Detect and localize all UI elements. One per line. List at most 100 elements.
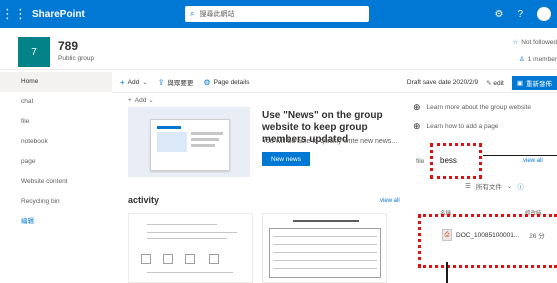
learn-page-label: Learn how to add a page: [426, 123, 499, 130]
globe-icon: ⊕: [413, 102, 421, 112]
annotation-line: [446, 262, 448, 283]
all-files-label: 所有文件: [475, 184, 502, 191]
person-icon: ♙: [518, 56, 525, 63]
list-icon: ☰: [465, 183, 471, 190]
chevron-down-icon: ⌄: [148, 97, 154, 104]
learn-group-website-link[interactable]: ⊕ Learn more about the group website: [413, 102, 531, 113]
nav-item-file[interactable]: file: [0, 112, 112, 132]
doc-figure: [185, 254, 195, 264]
nav-edit-link[interactable]: 编辑: [0, 212, 112, 232]
doc-line: [273, 236, 377, 237]
doc-line: [293, 220, 359, 222]
doc-line: [273, 260, 377, 261]
command-bar: + Add ⌄ ⇪ 與眾要更 ⚙ Page details Draft save…: [112, 72, 557, 93]
edit-button[interactable]: ✎ edit: [486, 79, 504, 87]
file-modified-time: 26 分: [529, 233, 545, 240]
files-view-all-link[interactable]: view all: [523, 158, 543, 164]
globe-icon: ⊕: [413, 121, 421, 131]
members-button[interactable]: ♙ 1 member: [519, 55, 557, 63]
chevron-down-icon: ⌄: [142, 79, 148, 86]
page-details-label: Page details: [213, 78, 250, 86]
star-icon: ☆: [512, 39, 519, 46]
add-menu-button[interactable]: + Add ⌄: [120, 78, 148, 87]
news-illustration: [128, 107, 250, 177]
info-icon[interactable]: ⓘ: [517, 181, 524, 191]
nav-item-notebook[interactable]: notebook: [0, 132, 112, 152]
doc-figure: [209, 254, 219, 264]
news-description: You will be able to quickly write new ne…: [262, 138, 398, 145]
suite-bar: ⋮⋮ SharePoint ⌕ 搜尋此網站 ⚙ ?: [0, 0, 557, 28]
nav-item-recycling-bin[interactable]: Recycling bin: [0, 192, 112, 212]
share-button[interactable]: ⇪ 與眾要更: [157, 77, 194, 88]
search-icon: ⌕: [190, 9, 195, 18]
mockup-line: [191, 132, 223, 135]
site-header: 7 789 Public group ☆ Not followed ♙ 1 memb…: [0, 28, 557, 70]
share-icon: ⇪: [157, 77, 165, 87]
doc-line: [147, 232, 237, 233]
mockup-line: [191, 138, 219, 141]
news-mockup: [150, 119, 230, 171]
nav-item-website-content[interactable]: Website content: [0, 172, 112, 192]
follow-button[interactable]: ☆ Not followed: [512, 38, 557, 46]
doc-figure: [163, 254, 173, 264]
pdf-file-icon: ⎙: [442, 229, 452, 241]
annotation-highlight: [418, 214, 557, 268]
file-name[interactable]: DOC_10085100001...: [456, 232, 519, 239]
activity-card[interactable]: [128, 213, 253, 283]
add-section-label: Add: [134, 97, 147, 104]
mockup-line: [191, 144, 215, 147]
activity-view-all-link[interactable]: view all: [380, 198, 400, 204]
command-bar-right: Draft save date 2020/2/9 ✎ edit ▣ 重新發佈: [407, 72, 557, 93]
doc-figure: [141, 254, 151, 264]
all-files-dropdown[interactable]: ☰ 所有文件 ⌄ ⓘ: [465, 181, 524, 191]
gear-icon[interactable]: ⚙: [494, 9, 503, 20]
doc-line: [147, 224, 217, 225]
add-label: Add: [127, 78, 140, 86]
chevron-down-icon: ⌄: [506, 183, 513, 190]
doc-line: [147, 238, 227, 239]
site-subtitle: Public group: [58, 55, 95, 62]
new-news-button[interactable]: New news: [262, 152, 310, 166]
left-navigation: Home chat file notebook page Website con…: [0, 72, 112, 283]
doc-line: [273, 252, 377, 253]
pencil-icon: ✎: [486, 79, 492, 87]
learn-add-page-link[interactable]: ⊕ Learn how to add a page: [413, 121, 498, 132]
activity-heading: activity: [128, 195, 160, 205]
draft-status: Draft save date 2020/2/9: [406, 79, 479, 86]
suite-actions: ⚙ ?: [494, 0, 551, 28]
doc-line: [273, 268, 377, 269]
nav-item-home[interactable]: Home: [0, 72, 112, 92]
avatar[interactable]: [537, 7, 551, 21]
edit-label: edit: [493, 79, 504, 87]
mockup-image: [157, 132, 187, 152]
plus-icon: +: [120, 77, 125, 87]
site-logo[interactable]: 7: [18, 37, 50, 67]
page-details-button[interactable]: ⚙ Page details: [203, 78, 249, 87]
sharepoint-page: ⋮⋮ SharePoint ⌕ 搜尋此網站 ⚙ ? 7 789 Public g…: [0, 0, 557, 283]
plus-icon: +: [128, 97, 132, 104]
annotation-text: bess: [440, 156, 457, 165]
app-launcher-icon[interactable]: ⋮⋮: [0, 0, 28, 28]
gear-icon: ⚙: [203, 77, 211, 87]
follow-label: Not followed: [521, 39, 557, 46]
member-label: 1 member: [527, 56, 557, 63]
learn-site-label: Learn more about the group website: [426, 104, 531, 111]
publish-icon: ▣: [516, 79, 523, 87]
republish-button[interactable]: ▣ 重新發佈: [511, 75, 557, 90]
search-input[interactable]: ⌕ 搜尋此網站: [185, 6, 369, 22]
activity-card[interactable]: [262, 213, 387, 283]
files-heading: file: [416, 158, 425, 165]
help-icon[interactable]: ?: [517, 9, 523, 20]
site-title[interactable]: 789: [58, 39, 78, 53]
annotation-line: [483, 155, 557, 156]
share-label: 與眾要更: [167, 80, 194, 87]
publish-label: 重新發佈: [526, 80, 552, 88]
search-placeholder: 搜尋此網站: [199, 11, 235, 18]
app-name[interactable]: SharePoint: [32, 9, 85, 20]
mockup-bar: [157, 126, 181, 129]
add-section-button[interactable]: + Add ⌄: [128, 96, 154, 104]
doc-line: [147, 272, 233, 273]
file-row[interactable]: ⎙ DOC_10085100001... 26 分: [442, 229, 545, 241]
nav-item-chat[interactable]: chat: [0, 92, 112, 112]
nav-item-page[interactable]: page: [0, 152, 112, 172]
